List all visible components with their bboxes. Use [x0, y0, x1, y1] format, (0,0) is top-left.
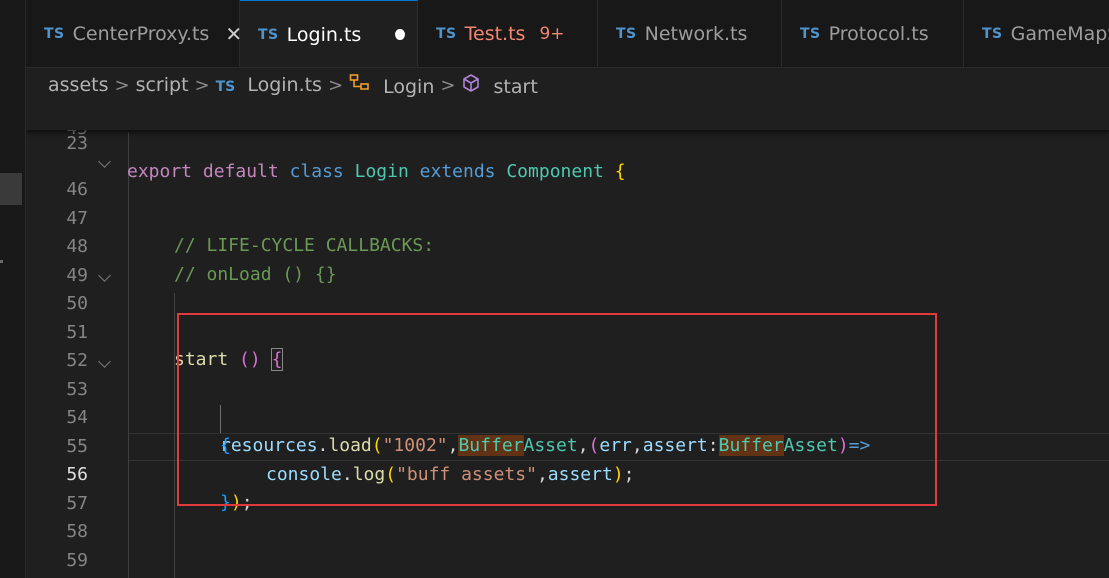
breadcrumb-separator: >: [440, 74, 456, 96]
tab-centerproxy[interactable]: TS CenterProxy.ts ✕: [26, 0, 242, 67]
method-symbol-icon: [461, 73, 481, 93]
typescript-icon: TS: [436, 26, 457, 42]
tab-network[interactable]: TS Network.ts: [598, 0, 782, 67]
tab-login[interactable]: TS Login.ts: [240, 0, 418, 67]
annotation-highlight-box: [177, 313, 937, 506]
typescript-icon: TS: [258, 26, 279, 43]
breadcrumb-separator: >: [194, 74, 210, 96]
tab-gamemap[interactable]: TS GameMapS: [964, 0, 1109, 67]
tab-label: Protocol.ts: [828, 23, 929, 45]
code-line: 49: [26, 234, 1109, 286]
fold-chevron-icon[interactable]: [98, 269, 111, 282]
typescript-icon: TS: [800, 26, 821, 42]
indent-guide: [174, 293, 175, 578]
breadcrumb-separator: >: [327, 74, 344, 96]
problem-count-badge: 9+: [539, 24, 565, 44]
typescript-icon: TS: [215, 79, 236, 95]
code-line: 50 start () {: [26, 262, 1109, 371]
breadcrumb-file[interactable]: TS Login.ts: [216, 74, 322, 96]
line-number: 23: [66, 133, 88, 154]
code-line: 60: [26, 547, 1109, 575]
breadcrumb-folder-script[interactable]: script: [136, 74, 189, 96]
breadcrumb-folder-assets[interactable]: assets: [48, 74, 108, 96]
tab-label: Test.ts: [464, 23, 526, 45]
sticky-scroll-line[interactable]: 23 export default class Login extends Co…: [26, 102, 1109, 182]
breadcrumb: assets > script > TS Login.ts > Login > …: [26, 68, 1109, 102]
activity-bar-indicator: [0, 260, 3, 263]
breadcrumb-method-label: start: [493, 75, 538, 98]
activity-bar: [0, 0, 26, 578]
breadcrumb-method[interactable]: start: [461, 73, 538, 98]
editor-tabs: TS CenterProxy.ts ✕ TS Login.ts TS Test.…: [26, 0, 1109, 68]
unsaved-dot-icon[interactable]: [395, 29, 405, 40]
fold-chevron-icon[interactable]: [98, 155, 111, 168]
typescript-icon: TS: [44, 26, 65, 42]
code-line: 45: [26, 129, 1109, 145]
code-text: export default class Login extends Compo…: [127, 161, 626, 182]
breadcrumb-class-label: Login: [383, 75, 435, 98]
tab-label: Network.ts: [644, 23, 748, 45]
typescript-icon: TS: [982, 26, 1003, 42]
code-line: 59: [26, 519, 1109, 571]
breadcrumb-separator: >: [114, 74, 130, 96]
tab-protocol[interactable]: TS Protocol.ts: [782, 0, 964, 67]
breadcrumb-file-label: Login.ts: [247, 74, 322, 96]
class-symbol-icon: [349, 73, 371, 93]
tab-label: Login.ts: [286, 23, 362, 46]
breadcrumb-class[interactable]: Login: [349, 73, 434, 98]
tab-test[interactable]: TS Test.ts 9+: [418, 0, 598, 67]
indent-guide: [128, 132, 129, 578]
activity-bar-active-marker[interactable]: [0, 173, 22, 205]
tab-label: CenterProxy.ts: [72, 23, 210, 45]
code-line: 48 // onLoad () {}: [26, 205, 1109, 285]
typescript-icon: TS: [616, 26, 637, 42]
fold-chevron-icon[interactable]: [98, 355, 111, 368]
tab-label: GameMapS: [1010, 23, 1109, 45]
